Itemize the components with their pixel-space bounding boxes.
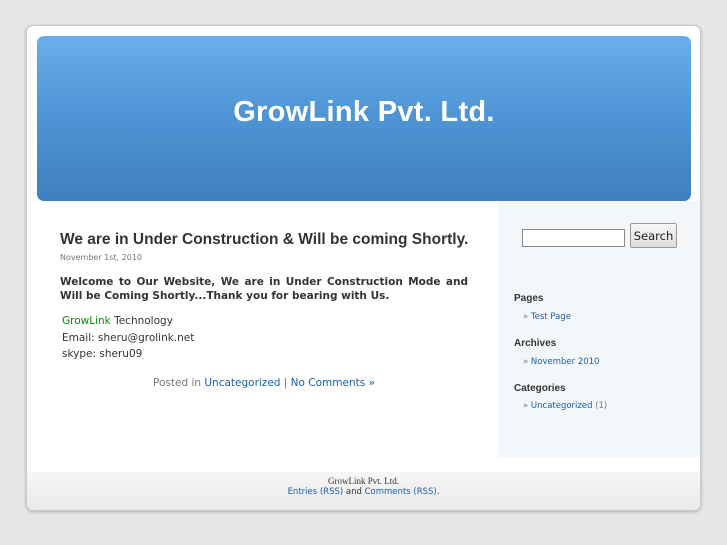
sidebar-link-uncategorized[interactable]: Uncategorized [531,401,593,411]
category-count: (1) [595,401,608,411]
post-meta: Posted in Uncategorized | No Comments » [60,377,468,389]
sidebar-link-november-2010[interactable]: November 2010 [531,357,600,367]
entries-rss-link[interactable]: Entries (RSS) [288,487,344,497]
company-suffix: Technology [110,315,173,327]
footer-site-name: GrowLink Pvt. Ltd. [328,476,399,486]
search-input[interactable] [522,229,625,247]
bullet: » [523,357,531,367]
footer-feeds: Entries (RSS) and Comments (RSS). [27,487,700,497]
categories-heading: Categories [514,383,566,394]
skype-line: skype: sheru09 [62,348,143,360]
footer-and: and [343,487,365,497]
header-banner: GrowLink Pvt. Ltd. [37,36,691,201]
footer: GrowLink Pvt. Ltd. Entries (RSS) and Com… [27,472,700,510]
archives-heading: Archives [514,338,557,349]
search-button[interactable]: Search [630,223,677,248]
company-line: GrowLink Technology [62,313,468,330]
bullet: » [523,312,531,322]
contact-block: GrowLink Technology Email: sheru@grolink… [62,313,468,363]
archives-list-item: » November 2010 [523,357,599,367]
category-link[interactable]: Uncategorized [204,377,280,389]
post-intro: Welcome to Our Website, We are in Under … [60,276,468,302]
posted-in-label: Posted in [153,376,205,389]
site-title[interactable]: GrowLink Pvt. Ltd. [37,96,691,129]
comments-rss-link[interactable]: Comments (RSS) [365,487,437,497]
post-title[interactable]: We are in Under Construction & Will be c… [60,231,468,249]
meta-separator: | [280,376,291,389]
sidebar-link-test-page[interactable]: Test Page [531,312,571,322]
sidebar: Search Pages » Test Page Archives » Nove… [498,201,700,457]
pages-heading: Pages [514,293,544,304]
main-content: We are in Under Construction & Will be c… [60,231,468,389]
page-wrapper: GrowLink Pvt. Ltd. We are in Under Const… [26,25,701,511]
categories-list-item: » Uncategorized (1) [523,401,607,411]
pages-list-item: » Test Page [523,312,571,322]
bullet: » [523,401,531,411]
company-name: GrowLink [62,315,111,327]
post-date: November 1st, 2010 [60,253,142,262]
comments-link[interactable]: No Comments » [291,377,375,389]
footer-period: . [436,487,440,497]
email-line: Email: sheru@grolink.net [62,331,195,344]
